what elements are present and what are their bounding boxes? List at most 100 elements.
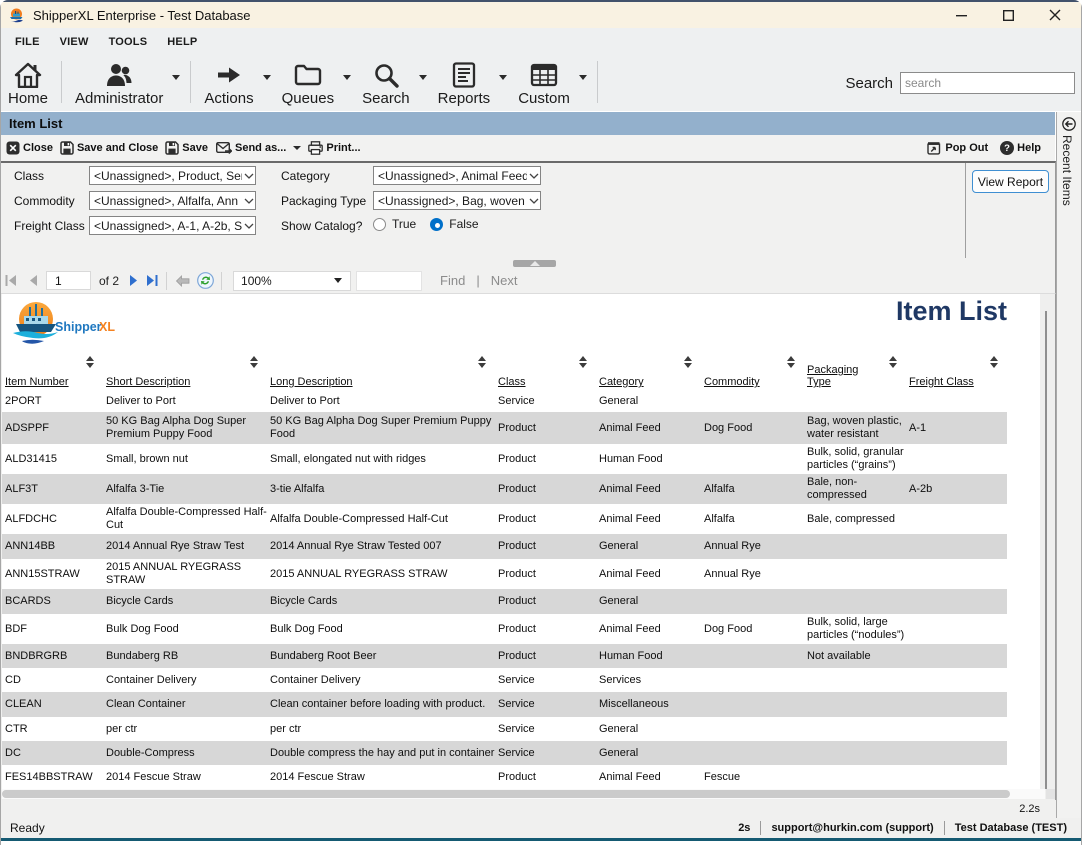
category-select[interactable]: <Unassigned>, Animal Feed	[373, 166, 541, 185]
table-cell: A-1	[906, 412, 1007, 444]
toolbar-item-queues[interactable]: Queues	[275, 55, 342, 111]
pop-out-button[interactable]: Pop Out	[927, 141, 988, 155]
column-header-label[interactable]: Packaging Type	[807, 364, 863, 388]
column-header-label[interactable]: Short Description	[106, 376, 190, 388]
table-cell: Annual Rye	[701, 559, 804, 589]
help-button[interactable]: ? Help	[1000, 141, 1041, 155]
sort-icon[interactable]	[579, 356, 588, 369]
menu-file[interactable]: FILE	[1, 36, 50, 48]
horizontal-scrollbar[interactable]	[2, 789, 1045, 799]
commodity-select[interactable]: <Unassigned>, Alfalfa, Ann	[89, 191, 256, 210]
table-cell: Animal Feed	[596, 504, 701, 534]
toolbar-item-administrator[interactable]: Administrator	[68, 55, 170, 111]
sort-icon[interactable]	[787, 356, 796, 369]
first-page-button[interactable]	[5, 275, 17, 286]
save-and-close-button[interactable]: Save and Close	[60, 141, 158, 155]
table-cell: Service	[495, 741, 596, 765]
page-number-input[interactable]	[46, 271, 91, 290]
find-button[interactable]: Find	[440, 273, 465, 288]
print-button[interactable]: Print...	[308, 141, 360, 155]
send-as-button[interactable]: Send as...	[216, 142, 301, 155]
column-header: Class	[495, 352, 596, 391]
toolbar-dropdown-caret[interactable]	[263, 75, 271, 80]
execution-strip: 2.2s	[0, 800, 1056, 818]
column-header-label[interactable]: Long Description	[270, 376, 353, 388]
send-as-dropdown-caret[interactable]	[293, 146, 301, 150]
menu-tools[interactable]: TOOLS	[99, 36, 158, 48]
previous-page-button[interactable]	[29, 275, 38, 286]
save-button[interactable]: Save	[165, 141, 208, 155]
sort-icon[interactable]	[684, 356, 693, 369]
radio-true[interactable]	[373, 218, 386, 231]
column-header-label[interactable]: Item Number	[5, 376, 69, 388]
toolbar-dropdown-caret[interactable]	[499, 75, 507, 80]
table-cell: ANN15STRAW	[2, 559, 103, 589]
toolbar-item-actions[interactable]: Actions	[197, 55, 260, 111]
horizontal-scrollbar-thumb[interactable]	[2, 790, 1010, 798]
toolbar-item-label: Custom	[518, 90, 570, 107]
table-cell: Fescue	[701, 765, 804, 789]
next-button[interactable]: Next	[491, 273, 518, 288]
table-cell: General	[596, 741, 701, 765]
view-report-button[interactable]: View Report	[972, 170, 1049, 193]
packaging-type-label: Packaging Type	[281, 194, 366, 208]
sort-icon[interactable]	[889, 356, 898, 369]
table-cell	[906, 741, 1007, 765]
table-cell: Not available	[804, 644, 906, 668]
sort-icon[interactable]	[990, 356, 999, 369]
toolbar-item-reports[interactable]: Reports	[431, 55, 498, 111]
toolbar-item-home[interactable]: Home	[1, 55, 55, 111]
table-row: ALFDCHCAlfalfa Double-Compressed Half-Cu…	[2, 504, 1007, 534]
find-input[interactable]	[356, 271, 422, 291]
table-cell: Small, brown nut	[103, 444, 267, 474]
radio-false-label: False	[449, 217, 478, 231]
sort-icon[interactable]	[86, 356, 95, 369]
toolbar-item-search[interactable]: Search	[355, 55, 417, 111]
sort-icon[interactable]	[250, 356, 259, 369]
zoom-select[interactable]: 100%	[233, 271, 351, 291]
column-header: Item Number	[2, 352, 103, 391]
table-cell: 2014 Annual Rye Straw Tested 007	[267, 534, 495, 559]
search-input[interactable]	[900, 72, 1075, 94]
table-cell: General	[596, 534, 701, 559]
freight-class-select[interactable]: <Unassigned>, A-1, A-2b, S	[89, 216, 256, 235]
column-header-label[interactable]: Category	[599, 376, 644, 388]
toolbar-item-custom[interactable]: Custom	[511, 55, 577, 111]
packaging-type-select[interactable]: <Unassigned>, Bag, woven	[373, 191, 541, 210]
close-button[interactable]: Close	[6, 141, 53, 155]
next-page-button[interactable]	[129, 275, 138, 286]
tab-toolbar: Close Save and Close Save Send as...	[1, 135, 1055, 161]
radio-false[interactable]	[430, 218, 443, 231]
table-cell: General	[596, 717, 701, 741]
minimize-button[interactable]	[948, 4, 974, 26]
class-select[interactable]: <Unassigned>, Product, Ser	[89, 166, 256, 185]
menu-help[interactable]: HELP	[157, 36, 207, 48]
refresh-button[interactable]	[197, 272, 214, 289]
radio-true-label: True	[392, 217, 416, 231]
menu-view[interactable]: VIEW	[50, 36, 99, 48]
toolbar-dropdown-caret[interactable]	[579, 75, 587, 80]
close-window-button[interactable]	[1042, 4, 1068, 26]
last-page-button[interactable]	[146, 275, 158, 286]
maximize-button[interactable]	[995, 4, 1021, 26]
svg-text:?: ?	[1004, 143, 1010, 154]
expand-arrow-icon[interactable]	[1062, 117, 1076, 131]
splitter-collapse-handle[interactable]	[513, 260, 556, 267]
vertical-scrollbar[interactable]	[1045, 311, 1047, 789]
toolbar-dropdown-caret[interactable]	[343, 75, 351, 80]
column-header: Freight Class	[906, 352, 1007, 391]
sort-icon[interactable]	[478, 356, 487, 369]
chevron-down-icon	[242, 198, 255, 204]
toolbar-dropdown-caret[interactable]	[172, 75, 180, 80]
report-logo: Shipper XL	[8, 300, 120, 353]
recent-items-panel[interactable]: Recent Items	[1056, 112, 1081, 818]
column-header-label[interactable]: Class	[498, 376, 526, 388]
table-cell: 2015 ANNUAL RYEGRASS STRAW	[103, 559, 267, 589]
back-button[interactable]	[175, 275, 190, 287]
table-row: CDContainer DeliveryContainer DeliverySe…	[2, 668, 1007, 692]
toolbar-dropdown-caret[interactable]	[419, 75, 427, 80]
table-cell	[804, 765, 906, 789]
table-cell: Product	[495, 474, 596, 504]
column-header-label[interactable]: Freight Class	[909, 376, 974, 388]
column-header-label[interactable]: Commodity	[704, 376, 760, 388]
